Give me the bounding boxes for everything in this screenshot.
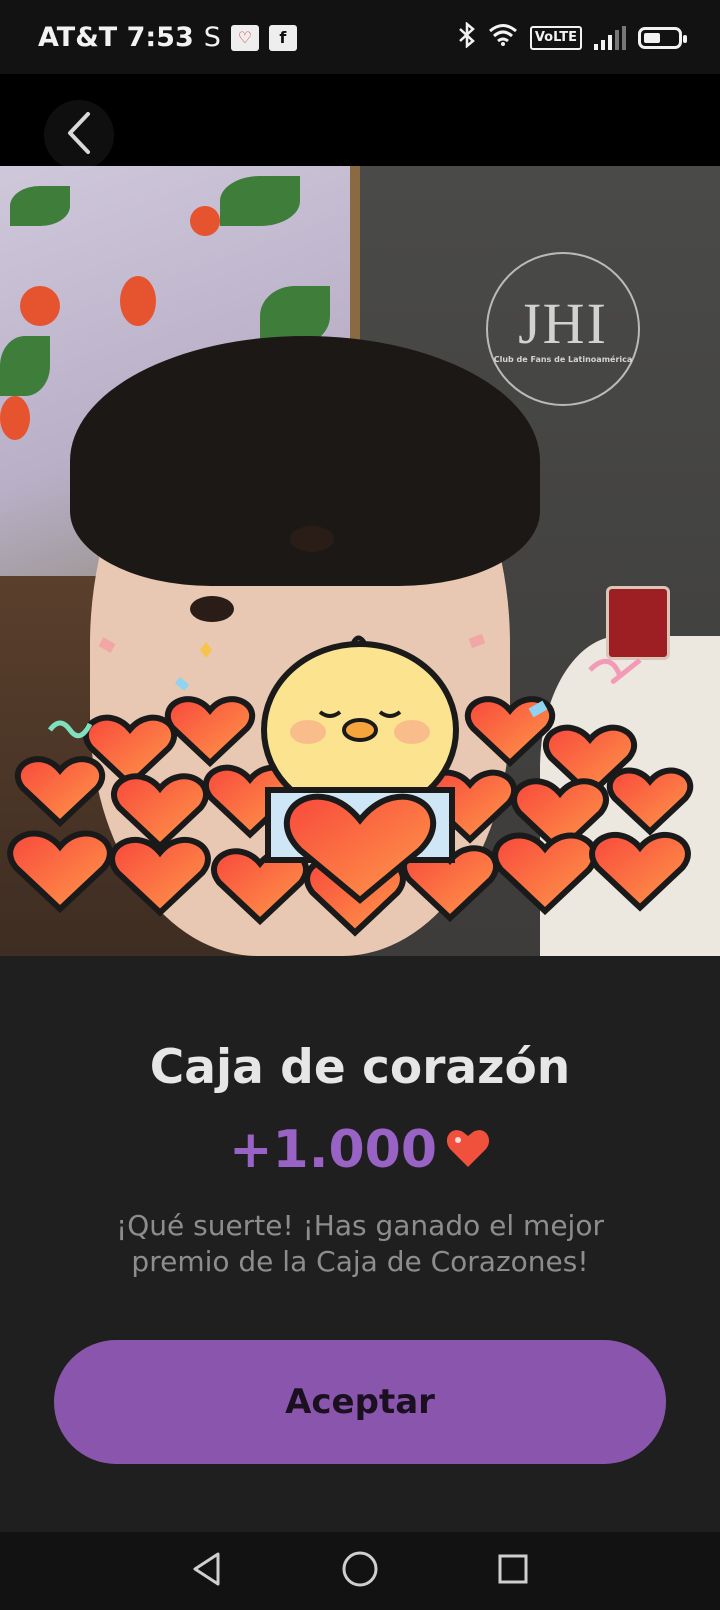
heart-shape — [14, 756, 106, 828]
nav-recents-button[interactable] — [489, 1547, 537, 1595]
volte-badge: VoLTE — [529, 26, 582, 50]
heart-shape — [111, 773, 209, 851]
back-button[interactable] — [44, 100, 114, 170]
flower — [0, 396, 30, 440]
heart-shape — [606, 767, 694, 836]
bluetooth-icon — [458, 21, 476, 54]
leaf — [220, 176, 300, 226]
heart-icon — [445, 1127, 491, 1173]
battery-icon — [638, 27, 687, 49]
status-right: VoLTE — [458, 21, 687, 54]
chick-icon — [261, 635, 459, 904]
eye — [290, 526, 334, 552]
watermark-mark: JHI — [518, 290, 608, 356]
heart-box-sticker — [7, 633, 694, 937]
accept-button[interactable]: Aceptar — [54, 1340, 666, 1464]
system-nav-bar — [0, 1532, 720, 1610]
reward-amount-row: +1.000 — [0, 1120, 720, 1180]
triangle-back-icon — [190, 1551, 224, 1591]
watermark-logo: JHI Club de Fans de Latinoamérica — [486, 252, 640, 406]
circle-home-icon — [341, 1550, 379, 1592]
heart-shape — [164, 696, 256, 768]
back-chevron-icon — [64, 110, 94, 160]
flower — [20, 286, 60, 326]
status-bar: AT&T 7:53 S ♡ f VoLTE — [0, 0, 720, 74]
heart-shape — [492, 832, 598, 916]
leaf — [10, 186, 70, 226]
heart-shape — [589, 832, 691, 912]
signal-icon — [594, 26, 626, 50]
flower — [120, 276, 156, 326]
watermark-sub: Club de Fans de Latinoamérica — [493, 354, 633, 364]
heart-shape — [109, 837, 211, 917]
status-left: AT&T 7:53 S ♡ f — [38, 22, 297, 53]
heart-shape — [7, 830, 113, 914]
flower — [190, 206, 220, 236]
s-label: S — [203, 22, 221, 53]
eye — [190, 596, 234, 622]
reward-title: Caja de corazón — [149, 1040, 571, 1095]
nav-home-button[interactable] — [336, 1547, 384, 1595]
heart-app-icon: ♡ — [230, 24, 259, 51]
reward-amount: +1.000 — [228, 1120, 438, 1180]
square-recents-icon — [497, 1553, 529, 1589]
wifi-icon — [488, 23, 518, 53]
facebook-icon: f — [268, 24, 297, 51]
reward-message: ¡Qué suerte! ¡Has ganado el mejor premio… — [116, 1209, 604, 1278]
leaf — [0, 336, 50, 396]
carrier-time: AT&T 7:53 — [38, 22, 194, 53]
nav-back-button[interactable] — [183, 1547, 231, 1595]
